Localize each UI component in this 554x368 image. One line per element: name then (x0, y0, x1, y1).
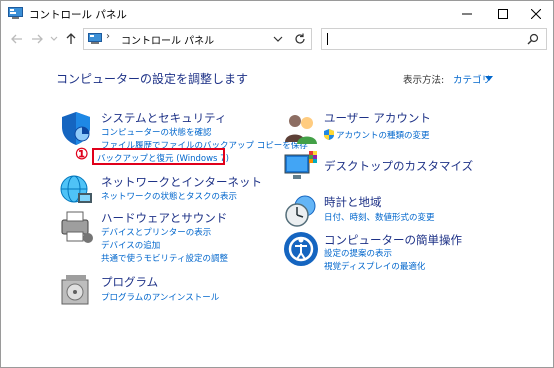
annotation-marker: ① (75, 145, 89, 163)
link-devices-printers[interactable]: デバイスとプリンターの表示 (101, 226, 211, 238)
close-icon (531, 9, 541, 19)
recent-locations-button[interactable] (46, 31, 62, 47)
refresh-icon[interactable] (293, 32, 307, 46)
programs-icon[interactable] (58, 272, 94, 308)
link-network-status[interactable]: ネットワークの状態とタスクの表示 (101, 190, 237, 202)
link-check-status[interactable]: コンピューターの状態を確認 (101, 126, 212, 138)
window-title: コントロール パネル (29, 9, 127, 21)
uac-shield-icon (324, 129, 334, 140)
control-panel-window: コントロール パネル › コントロール パネル コンピューターの設定を調整します… (0, 0, 554, 368)
forward-button[interactable] (29, 31, 45, 47)
view-by-label: 表示方法: (403, 75, 445, 86)
breadcrumb[interactable]: コントロール パネル (121, 32, 214, 47)
forward-arrow-icon (32, 34, 43, 44)
link-change-account-type[interactable]: アカウントの種類の変更 (336, 129, 430, 141)
chevron-down-icon[interactable] (272, 33, 284, 45)
ease-of-access-icon[interactable] (283, 231, 319, 267)
text-cursor (327, 33, 328, 45)
link-optimize-display[interactable]: 視覚ディスプレイの最適化 (324, 260, 425, 272)
maximize-button[interactable] (485, 1, 521, 27)
control-panel-icon (8, 7, 23, 19)
minimize-icon (462, 13, 472, 15)
link-uninstall-program[interactable]: プログラムのアンインストール (101, 291, 219, 303)
category-ease-of-access[interactable]: コンピューターの簡単操作 (324, 232, 462, 248)
title-bar: コントロール パネル (1, 1, 553, 27)
link-add-device[interactable]: デバイスの追加 (101, 239, 160, 251)
breadcrumb-separator[interactable]: › (106, 31, 110, 42)
category-hardware-sound[interactable]: ハードウェアとサウンド (101, 210, 227, 226)
desktop-customization-icon[interactable] (283, 149, 319, 185)
user-accounts-icon[interactable] (283, 110, 319, 146)
page-title: コンピューターの設定を調整します (56, 72, 249, 86)
category-clock-region[interactable]: 時計と地域 (324, 194, 382, 210)
close-button[interactable] (518, 1, 554, 27)
up-button[interactable] (63, 31, 79, 47)
network-internet-icon[interactable] (58, 171, 94, 207)
back-button[interactable] (9, 31, 25, 47)
back-arrow-icon (11, 34, 22, 44)
category-desktop-customization[interactable]: デスクトップのカスタマイズ (324, 158, 473, 174)
search-icon[interactable] (527, 33, 539, 45)
link-date-time-format[interactable]: 日付、時刻、数値形式の変更 (324, 211, 435, 223)
up-arrow-icon (66, 33, 76, 44)
system-security-icon[interactable] (58, 110, 94, 146)
link-mobility-settings[interactable]: 共通で使うモビリティ設定の調整 (101, 252, 228, 264)
chevron-down-icon[interactable] (485, 76, 493, 82)
link-recommended-settings[interactable]: 設定の提案の表示 (324, 247, 392, 259)
hardware-sound-icon[interactable] (58, 208, 94, 244)
category-programs[interactable]: プログラム (101, 274, 158, 290)
category-user-accounts[interactable]: ユーザー アカウント (324, 110, 431, 126)
maximize-icon (498, 9, 508, 19)
chevron-down-icon (50, 36, 58, 41)
clock-region-icon[interactable] (283, 193, 319, 229)
address-bar[interactable]: › コントロール パネル (83, 28, 312, 50)
highlight-box (92, 148, 225, 165)
category-system-security[interactable]: システムとセキュリティ (101, 110, 226, 126)
category-network-internet[interactable]: ネットワークとインターネット (101, 174, 262, 190)
minimize-button[interactable] (449, 1, 485, 27)
search-input[interactable] (321, 28, 547, 50)
control-panel-icon (88, 33, 102, 44)
